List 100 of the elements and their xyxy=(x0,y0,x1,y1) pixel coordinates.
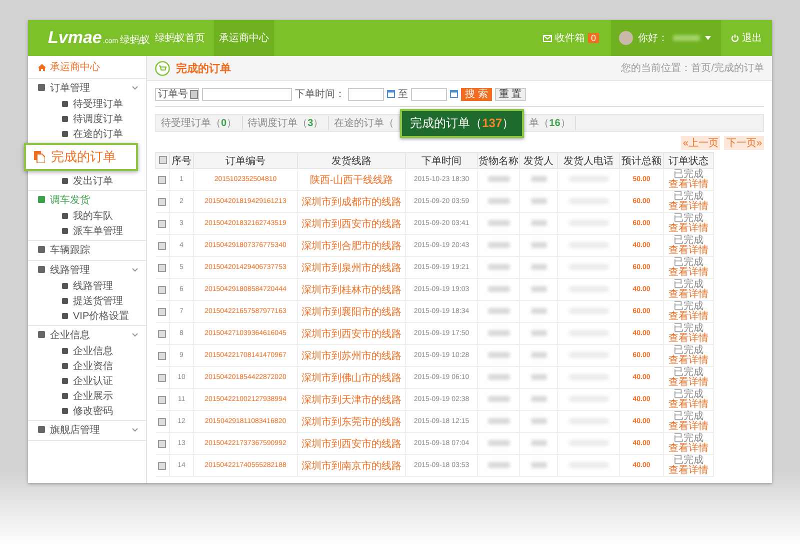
route-link[interactable]: 深圳市到南京市的线路 xyxy=(298,454,406,476)
status-text: 已完成 xyxy=(674,170,704,180)
redacted-block xyxy=(488,198,510,204)
user-menu[interactable]: 你好： xyxy=(611,20,721,56)
route-link[interactable]: 深圳市到成都市的线路 xyxy=(298,190,406,212)
tab[interactable]: 完成的订单（137） xyxy=(400,108,524,138)
sidebar-item[interactable]: 承运商中心 xyxy=(28,56,146,79)
row-checkbox[interactable] xyxy=(158,352,166,360)
row-checkbox[interactable] xyxy=(158,264,166,272)
sidebar-subitem[interactable]: 在途的订单 xyxy=(28,126,146,141)
route-link[interactable]: 深圳市到苏州市的线路 xyxy=(298,344,406,366)
sidebar-subitem[interactable]: 企业资信 xyxy=(28,358,146,373)
row-checkbox[interactable] xyxy=(158,396,166,404)
details-link[interactable]: 查看详情 xyxy=(664,224,713,234)
sidebar-subitem[interactable]: 线路管理 xyxy=(28,278,146,293)
search-input[interactable] xyxy=(202,88,292,100)
calendar-icon[interactable] xyxy=(450,90,458,98)
route-link[interactable]: 深圳市到西安市的线路 xyxy=(298,212,406,234)
row-checkbox[interactable] xyxy=(158,242,166,250)
row-checkbox[interactable] xyxy=(158,374,166,382)
row-checkbox[interactable] xyxy=(158,440,166,448)
sidebar-subitem[interactable]: 派车单管理 xyxy=(28,223,146,238)
row-checkbox[interactable] xyxy=(158,308,166,316)
route-link[interactable]: 深圳市到合肥市的线路 xyxy=(298,234,406,256)
row-checkbox[interactable] xyxy=(158,220,166,228)
status-text: 已完成 xyxy=(674,390,704,400)
route-link[interactable]: 深圳市到襄阳市的线路 xyxy=(298,300,406,322)
details-link[interactable]: 查看详情 xyxy=(664,444,713,454)
details-link[interactable]: 查看详情 xyxy=(664,356,713,366)
route-link[interactable]: 深圳市到天津市的线路 xyxy=(298,388,406,410)
row-checkbox[interactable] xyxy=(158,418,166,426)
details-link[interactable]: 查看详情 xyxy=(664,290,713,300)
details-link[interactable]: 查看详情 xyxy=(664,202,713,212)
sidebar-subitem[interactable]: 我的车队 xyxy=(28,208,146,223)
redacted-block xyxy=(530,374,546,380)
row-checkbox[interactable] xyxy=(158,286,166,294)
date-input[interactable] xyxy=(348,88,384,100)
highlighted-menu-callout[interactable]: 完成的订单 xyxy=(24,143,138,171)
redacted-block xyxy=(530,462,546,468)
sidebar-subitem[interactable]: 企业展示 xyxy=(28,388,146,403)
route-link[interactable]: 深圳市到桂林市的线路 xyxy=(298,278,406,300)
sidebar-subitem[interactable]: 发出订单 xyxy=(28,173,146,188)
details-link[interactable]: 查看详情 xyxy=(664,180,713,190)
details-link[interactable]: 查看详情 xyxy=(664,268,713,278)
sidebar-subitem[interactable]: VIP价格设置 xyxy=(28,308,146,323)
calendar-icon[interactable] xyxy=(387,90,395,98)
details-link[interactable]: 查看详情 xyxy=(664,466,713,476)
sidebar-subitem[interactable]: 待受理订单 xyxy=(28,96,146,111)
details-link[interactable]: 查看详情 xyxy=(664,246,713,256)
redacted-name xyxy=(673,35,700,41)
status-text: 已完成 xyxy=(674,192,704,202)
logout-link[interactable]: 退出 xyxy=(721,31,772,45)
row-checkbox[interactable] xyxy=(158,176,166,184)
column-header: 发货人 xyxy=(520,152,558,168)
tab[interactable]: 待调度订单（3） xyxy=(242,116,330,130)
nav-link[interactable]: 承运商中心 xyxy=(214,20,274,56)
sidebar-subitem[interactable]: 企业认证 xyxy=(28,373,146,388)
details-link[interactable]: 查看详情 xyxy=(664,334,713,344)
sidebar-subitem[interactable]: 待调度订单 xyxy=(28,111,146,126)
nav-link[interactable]: 绿蚂蚁首页 xyxy=(150,20,210,56)
sidebar-group[interactable]: 车辆跟踪 xyxy=(28,241,146,258)
details-link[interactable]: 查看详情 xyxy=(664,422,713,432)
field-select[interactable]: 订单号 xyxy=(155,88,199,100)
route-link[interactable]: 深圳市到西安市的线路 xyxy=(298,322,406,344)
row-checkbox[interactable] xyxy=(158,462,166,470)
sidebar-group[interactable]: 线路管理 xyxy=(28,261,146,278)
sidebar-group[interactable]: 旗舰店管理 xyxy=(28,421,146,438)
sidebar-group[interactable]: 企业信息 xyxy=(28,326,146,343)
details-link[interactable]: 查看详情 xyxy=(664,312,713,322)
route-link[interactable]: 陕西-山西干线线路 xyxy=(298,168,406,190)
column-header: 序号 xyxy=(170,152,194,168)
date-input[interactable] xyxy=(411,88,447,100)
redacted-block xyxy=(530,198,546,204)
route-link[interactable]: 深圳市到佛山市的线路 xyxy=(298,366,406,388)
route-link[interactable]: 深圳市到泉州市的线路 xyxy=(298,256,406,278)
sidebar-subitem[interactable]: 提送货管理 xyxy=(28,293,146,308)
chevron-down-icon xyxy=(132,428,138,432)
reset-button[interactable]: 重 置 xyxy=(494,88,526,100)
next-page-button[interactable]: 下一页» xyxy=(724,136,764,150)
route-link[interactable]: 深圳市到西安市的线路 xyxy=(298,432,406,454)
sidebar-group[interactable]: 订单管理 xyxy=(28,79,146,96)
prev-page-button[interactable]: «上一页 xyxy=(680,136,720,150)
search-button[interactable]: 搜 索 xyxy=(461,88,492,100)
row-checkbox[interactable] xyxy=(158,330,166,338)
menu-square-icon xyxy=(62,362,68,368)
details-link[interactable]: 查看详情 xyxy=(664,400,713,410)
tab[interactable]: 待受理订单（0） xyxy=(156,116,243,130)
menu-square-icon xyxy=(62,408,68,414)
sidebar-subitem[interactable]: 修改密码 xyxy=(28,403,146,418)
details-link[interactable]: 查看详情 xyxy=(664,378,713,388)
inbox-link[interactable]: 收件箱 xyxy=(542,31,585,45)
select-all-checkbox[interactable] xyxy=(158,156,166,164)
menu-square-icon xyxy=(38,196,45,203)
tab[interactable]: 单（16） xyxy=(524,116,576,130)
caret-icon xyxy=(705,36,711,40)
sidebar-group[interactable]: 调车发货 xyxy=(28,191,146,208)
sidebar-subitem[interactable]: 企业信息 xyxy=(28,343,146,358)
row-checkbox[interactable] xyxy=(158,198,166,206)
route-link[interactable]: 深圳市到东莞市的线路 xyxy=(298,410,406,432)
redacted-block xyxy=(488,308,510,314)
